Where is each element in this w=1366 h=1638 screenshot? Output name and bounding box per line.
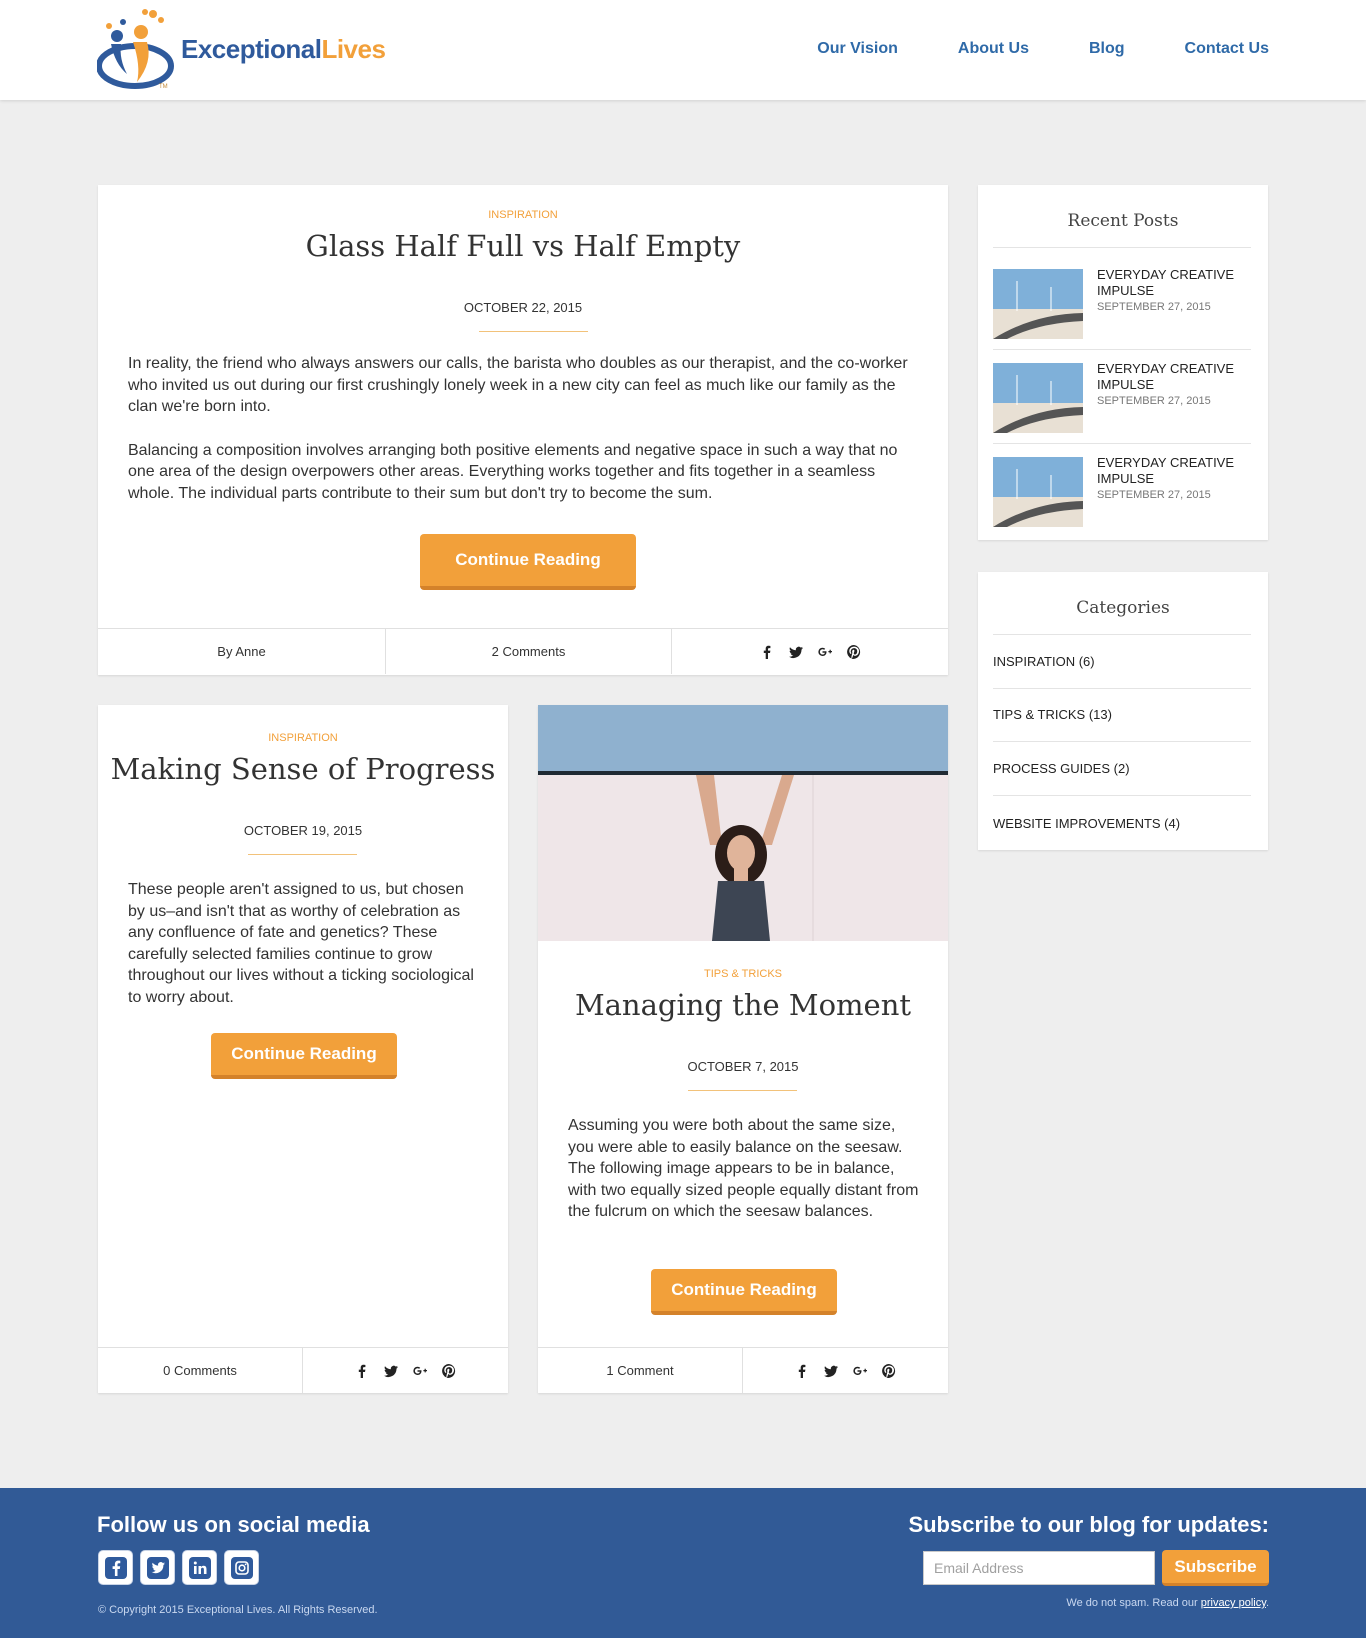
- facebook-icon[interactable]: [355, 1364, 369, 1378]
- divider: [688, 1090, 797, 1091]
- post-title[interactable]: Making Sense of Progress: [98, 752, 508, 786]
- site-header: ExceptionalLives TM Our Vision About Us …: [0, 0, 1366, 100]
- facebook-icon[interactable]: [795, 1364, 809, 1378]
- share-buttons: [743, 1348, 948, 1393]
- twitter-icon[interactable]: [824, 1364, 838, 1378]
- google-plus-icon[interactable]: [413, 1364, 427, 1378]
- recent-post-thumbnail[interactable]: [993, 269, 1083, 339]
- divider: [993, 247, 1251, 248]
- post-comments[interactable]: 2 Comments: [386, 629, 672, 674]
- privacy-policy-link[interactable]: privacy policy: [1201, 1597, 1266, 1609]
- logo-text-lives: Lives: [321, 34, 386, 64]
- twitter-icon[interactable]: [384, 1364, 398, 1378]
- excerpt-paragraph: In reality, the friend who always answer…: [128, 355, 908, 415]
- logo-text: ExceptionalLives: [181, 34, 386, 65]
- post-meta: By Anne 2 Comments: [98, 628, 948, 674]
- post-meta: 0 Comments: [98, 1347, 508, 1393]
- main-nav: Our Vision About Us Blog Contact Us: [757, 40, 1269, 58]
- facebook-icon[interactable]: [98, 1550, 133, 1585]
- logo-trademark: TM: [159, 84, 168, 90]
- excerpt-paragraph: Assuming you were both about the same si…: [568, 1117, 919, 1220]
- post-title[interactable]: Managing the Moment: [538, 988, 948, 1022]
- no-spam-text: We do not spam. Read our: [1066, 1597, 1201, 1609]
- post-date: OCTOBER 7, 2015: [687, 1059, 799, 1074]
- post-card: TIPS & TRICKS Managing the Moment OCTOBE…: [538, 705, 948, 1393]
- google-plus-icon[interactable]: [817, 645, 832, 659]
- twitter-icon[interactable]: [140, 1550, 175, 1585]
- post-meta: 1 Comment: [538, 1347, 948, 1393]
- linkedin-icon[interactable]: [182, 1550, 217, 1585]
- post-category[interactable]: TIPS & TRICKS: [538, 968, 948, 980]
- twitter-icon[interactable]: [788, 645, 803, 659]
- post-comments[interactable]: 0 Comments: [98, 1348, 303, 1393]
- category-item[interactable]: PROCESS GUIDES (2): [993, 742, 1251, 796]
- facebook-icon[interactable]: [760, 645, 774, 659]
- continue-reading-button[interactable]: Continue Reading: [211, 1033, 397, 1079]
- pinterest-icon[interactable]: [846, 644, 861, 659]
- google-plus-icon[interactable]: [853, 1364, 867, 1378]
- categories-widget: Categories INSPIRATION (6) TIPS & TRICKS…: [978, 572, 1268, 850]
- no-spam-end: .: [1265, 1597, 1269, 1609]
- continue-reading-button[interactable]: Continue Reading: [420, 534, 636, 590]
- continue-reading-button[interactable]: Continue Reading: [651, 1269, 837, 1315]
- post-date: OCTOBER 22, 2015: [463, 300, 583, 315]
- excerpt-paragraph: These people aren't assigned to us, but …: [128, 881, 474, 1006]
- logo[interactable]: ExceptionalLives TM: [97, 4, 397, 94]
- subscribe-heading: Subscribe to our blog for updates:: [908, 1512, 1269, 1537]
- post-comments[interactable]: 1 Comment: [538, 1348, 743, 1393]
- excerpt-paragraph: Balancing a composition involves arrangi…: [128, 441, 898, 502]
- post-category[interactable]: INSPIRATION: [98, 209, 948, 221]
- nav-blog[interactable]: Blog: [1089, 40, 1125, 58]
- post-date: OCTOBER 19, 2015: [243, 823, 363, 838]
- recent-post-date: SEPTEMBER 27, 2015: [1097, 301, 1211, 313]
- recent-post-thumbnail[interactable]: [993, 457, 1083, 527]
- logo-mark-icon: [97, 9, 174, 89]
- post-category[interactable]: INSPIRATION: [98, 732, 508, 744]
- instagram-icon[interactable]: [224, 1550, 259, 1585]
- email-field[interactable]: [923, 1551, 1155, 1585]
- category-item[interactable]: TIPS & TRICKS (13): [993, 688, 1251, 742]
- post-author[interactable]: By Anne: [98, 629, 386, 674]
- nav-contact-us[interactable]: Contact Us: [1185, 40, 1269, 58]
- post-excerpt: These people aren't assigned to us, but …: [128, 879, 483, 1008]
- social-heading: Follow us on social media: [97, 1512, 370, 1537]
- category-item[interactable]: WEBSITE IMPROVEMENTS (4): [993, 796, 1251, 850]
- post-image[interactable]: [538, 705, 948, 941]
- recent-post-date: SEPTEMBER 27, 2015: [1097, 395, 1211, 407]
- post-card: INSPIRATION Glass Half Full vs Half Empt…: [98, 185, 948, 675]
- post-card: INSPIRATION Making Sense of Progress OCT…: [98, 705, 508, 1393]
- post-title[interactable]: Glass Half Full vs Half Empty: [98, 229, 948, 263]
- pinterest-icon[interactable]: [442, 1363, 456, 1378]
- category-item[interactable]: INSPIRATION (6): [993, 635, 1251, 689]
- post-excerpt: In reality, the friend who always answer…: [128, 353, 923, 504]
- site-footer: Follow us on social media © Copyright 20…: [0, 1488, 1366, 1638]
- recent-post-title[interactable]: EVERYDAY CREATIVE IMPULSE: [1097, 361, 1247, 393]
- recent-post-thumbnail[interactable]: [993, 363, 1083, 433]
- recent-post-item[interactable]: EVERYDAY CREATIVE IMPULSE SEPTEMBER 27, …: [993, 261, 1251, 339]
- divider: [248, 854, 357, 855]
- recent-post-item[interactable]: EVERYDAY CREATIVE IMPULSE SEPTEMBER 27, …: [993, 449, 1251, 527]
- copyright: © Copyright 2015 Exceptional Lives. All …: [98, 1604, 378, 1616]
- widget-title: Categories: [1076, 598, 1170, 618]
- subscribe-button[interactable]: Subscribe: [1162, 1550, 1269, 1586]
- share-buttons: [303, 1348, 508, 1393]
- recent-posts-widget: Recent Posts EVERYDAY CREATIVE IMPULSE S…: [978, 185, 1268, 540]
- divider: [993, 443, 1251, 444]
- divider: [479, 331, 588, 332]
- logo-text-exceptional: Exceptional: [181, 34, 322, 64]
- pinterest-icon[interactable]: [882, 1363, 896, 1378]
- recent-post-item[interactable]: EVERYDAY CREATIVE IMPULSE SEPTEMBER 27, …: [993, 355, 1251, 433]
- nav-about-us[interactable]: About Us: [958, 40, 1029, 58]
- recent-post-date: SEPTEMBER 27, 2015: [1097, 489, 1211, 501]
- recent-post-title[interactable]: EVERYDAY CREATIVE IMPULSE: [1097, 267, 1247, 299]
- nav-our-vision[interactable]: Our Vision: [817, 40, 898, 58]
- share-buttons: [672, 629, 948, 674]
- divider: [993, 349, 1251, 350]
- recent-post-title[interactable]: EVERYDAY CREATIVE IMPULSE: [1097, 455, 1247, 487]
- post-excerpt: Assuming you were both about the same si…: [568, 1115, 923, 1223]
- social-links: [98, 1550, 259, 1585]
- no-spam-note: We do not spam. Read our privacy policy.: [1066, 1597, 1269, 1609]
- widget-title: Recent Posts: [1067, 211, 1179, 231]
